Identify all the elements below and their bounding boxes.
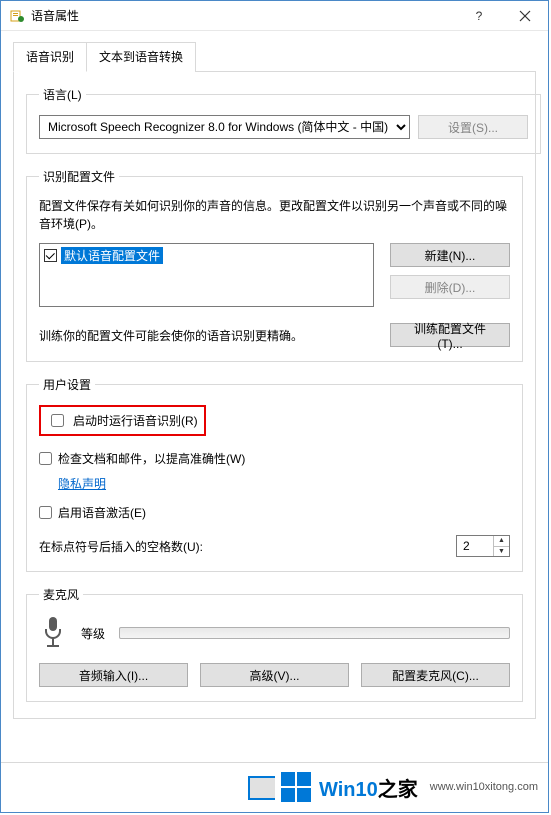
windows-logo-icon (281, 772, 311, 802)
microphone-group: 麦克风 等级 音频输入(I)... 高级(V). (26, 586, 523, 702)
voice-activation-checkbox[interactable] (39, 506, 52, 519)
watermark-url: www.win10xitong.com (430, 781, 538, 793)
run-at-start-label: 启动时运行语音识别(R) (73, 412, 198, 429)
microphone-icon (39, 615, 67, 651)
profile-new-button[interactable]: 新建(N)... (390, 243, 510, 267)
dialog-window: 语音属性 ? 语音识别 文本到语音转换 语言(L) Microsoft Spee… (0, 0, 549, 813)
titlebar: 语音属性 ? (1, 1, 548, 31)
voice-activation-label: 启用语音激活(E) (58, 504, 146, 521)
profile-legend: 识别配置文件 (39, 168, 119, 185)
tab-page: 语言(L) Microsoft Speech Recognizer 8.0 fo… (13, 72, 536, 719)
watermark: Win10之家 www.win10xitong.com (275, 768, 544, 806)
language-select[interactable]: Microsoft Speech Recognizer 8.0 for Wind… (39, 115, 410, 139)
user-settings-group: 用户设置 启动时运行语音识别(R) 检查文档和邮件，以提高准确性(W) 隐私声明… (26, 376, 523, 572)
window-title: 语音属性 (31, 7, 456, 24)
language-group: 语言(L) Microsoft Speech Recognizer 8.0 fo… (26, 86, 541, 154)
profile-train-desc: 训练你的配置文件可能会使你的语音识别更精确。 (39, 327, 382, 344)
language-legend: 语言(L) (39, 86, 86, 103)
spin-up-icon[interactable]: ▲ (494, 536, 509, 546)
profile-listbox[interactable]: 默认语音配置文件 (39, 243, 374, 307)
level-meter (119, 627, 510, 639)
spaces-value: 2 (457, 536, 493, 556)
user-settings-legend: 用户设置 (39, 376, 95, 393)
run-at-start-checkbox[interactable] (51, 414, 64, 427)
tab-speech-recognition[interactable]: 语音识别 (13, 42, 87, 72)
spaces-spinbox[interactable]: 2 ▲ ▼ (456, 535, 510, 557)
run-at-start-highlight: 启动时运行语音识别(R) (39, 405, 206, 436)
profile-item-checkbox[interactable] (44, 249, 57, 262)
review-docs-checkbox[interactable] (39, 452, 52, 465)
tab-text-to-speech[interactable]: 文本到语音转换 (86, 42, 196, 72)
help-button[interactable]: ? (456, 1, 502, 31)
profile-list-item[interactable]: 默认语音配置文件 (42, 246, 371, 264)
svg-text:?: ? (476, 10, 483, 22)
review-docs-label: 检查文档和邮件，以提高准确性(W) (58, 450, 245, 467)
config-mic-button[interactable]: 配置麦克风(C)... (361, 663, 510, 687)
advanced-button[interactable]: 高级(V)... (200, 663, 349, 687)
language-settings-button[interactable]: 设置(S)... (418, 115, 528, 139)
profile-desc: 配置文件保存有关如何识别你的声音的信息。更改配置文件以识别另一个声音或不同的噪音… (39, 197, 510, 233)
audio-input-button[interactable]: 音频输入(I)... (39, 663, 188, 687)
profile-item-label: 默认语音配置文件 (61, 247, 163, 264)
privacy-link[interactable]: 隐私声明 (58, 475, 106, 492)
app-icon (9, 8, 25, 24)
spin-down-icon[interactable]: ▼ (494, 546, 509, 557)
profile-group: 识别配置文件 配置文件保存有关如何识别你的声音的信息。更改配置文件以识别另一个声… (26, 168, 523, 362)
close-button[interactable] (502, 1, 548, 31)
profile-train-button[interactable]: 训练配置文件(T)... (390, 323, 510, 347)
level-label: 等级 (81, 625, 105, 642)
profile-delete-button[interactable]: 删除(D)... (390, 275, 510, 299)
watermark-brand: Win10之家 (319, 773, 418, 802)
tabstrip: 语音识别 文本到语音转换 (13, 41, 536, 72)
client-area: 语音识别 文本到语音转换 语言(L) Microsoft Speech Reco… (1, 31, 548, 731)
microphone-legend: 麦克风 (39, 586, 83, 603)
spaces-label: 在标点符号后插入的空格数(U): (39, 538, 203, 555)
